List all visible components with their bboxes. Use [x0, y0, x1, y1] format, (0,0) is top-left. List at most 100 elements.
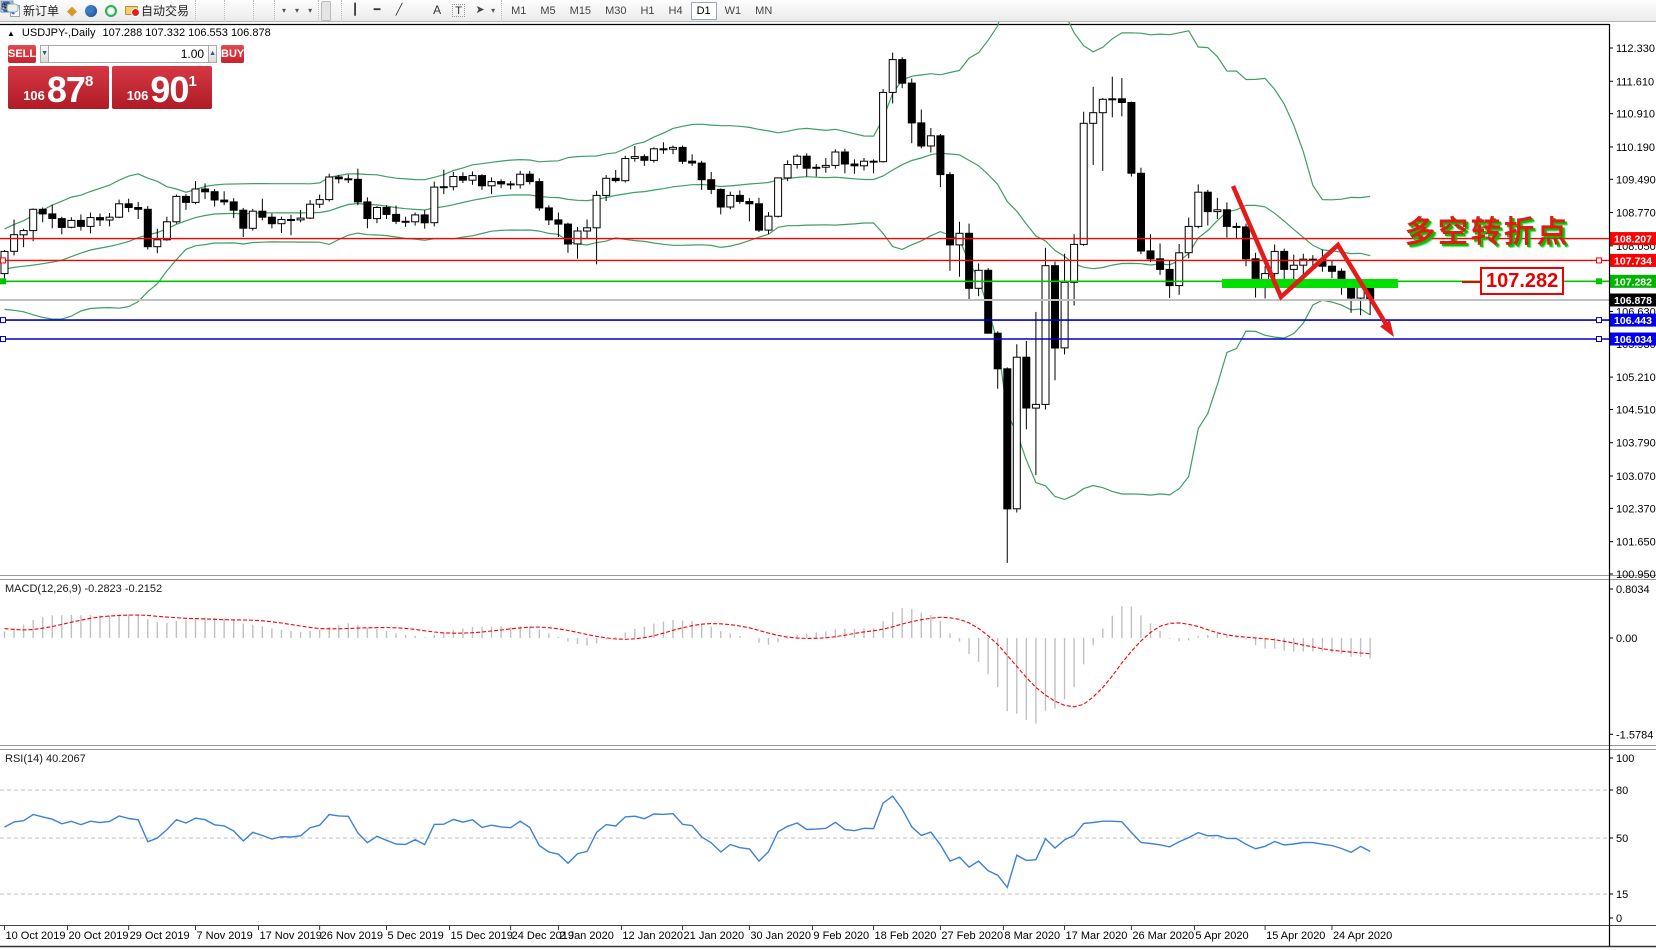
volume-decrease-button[interactable]: ▼: [40, 45, 49, 63]
signals-button[interactable]: [101, 1, 121, 21]
line-handle-right[interactable]: [1597, 279, 1602, 284]
timeframe-m15[interactable]: M15: [564, 2, 597, 20]
candle-body: [1004, 369, 1011, 509]
candle-body: [211, 192, 218, 200]
cursor-tool-button[interactable]: [321, 1, 331, 21]
volume-increase-button[interactable]: ▲: [208, 45, 217, 63]
text-label-tool[interactable]: T: [448, 1, 469, 21]
chart-shift-button[interactable]: [264, 1, 272, 21]
candle-body: [202, 189, 209, 192]
auto-trading-button[interactable]: 自动交易: [121, 1, 193, 21]
sell-button[interactable]: SELL: [8, 45, 36, 63]
timeframe-m1[interactable]: M1: [505, 2, 532, 20]
candle-body: [689, 161, 696, 163]
chat-icon[interactable]: [0, 0, 20, 14]
templates-button[interactable]: ▾: [303, 1, 316, 21]
auto-scroll-button[interactable]: [256, 1, 264, 21]
price-marker-label: 106.034: [1614, 334, 1652, 346]
vertical-line-tool[interactable]: ┃: [344, 1, 366, 21]
candle-body: [240, 210, 247, 228]
sell-price-pip: 8: [85, 73, 93, 90]
price-tag-107282[interactable]: 107.282: [1480, 267, 1564, 295]
candle-body: [775, 178, 782, 216]
timeframe-h4[interactable]: H4: [663, 2, 689, 20]
horizontal-line-tool[interactable]: ━: [366, 1, 388, 21]
candle-body: [545, 208, 552, 220]
bar-chart-button[interactable]: [198, 1, 206, 21]
timeframe-h1[interactable]: H1: [634, 2, 660, 20]
chart-canvas[interactable]: 112.330111.610110.910110.190109.490108.7…: [0, 0, 1656, 950]
line-handle-right[interactable]: [1597, 318, 1602, 323]
line-handle-right[interactable]: [1597, 258, 1602, 263]
candle-body: [106, 217, 113, 220]
text-tool[interactable]: A: [426, 1, 448, 21]
line-handle-left[interactable]: [1, 258, 6, 263]
candle-body: [20, 231, 27, 235]
timeframe-d1[interactable]: D1: [691, 2, 717, 20]
candle-body: [221, 200, 228, 202]
price-tick-label: 105.210: [1616, 372, 1656, 384]
candle-body: [880, 92, 887, 161]
date-label: 26 Nov 2019: [321, 930, 383, 942]
periods-button[interactable]: ▾: [290, 1, 303, 21]
candle-body: [326, 177, 333, 200]
sell-price-main: 87: [47, 73, 85, 106]
candle-body: [975, 270, 982, 288]
turning-point-annotation[interactable]: 多空转折点: [1405, 207, 1570, 251]
candle-body: [985, 270, 992, 333]
candle-body: [469, 176, 476, 181]
candle-body: [192, 189, 199, 202]
candle-body: [354, 179, 361, 202]
favorites-button[interactable]: ◆: [63, 1, 81, 21]
date-label: 17 Nov 2019: [260, 930, 322, 942]
candle-body: [1090, 113, 1097, 124]
line-handle-left[interactable]: [1, 337, 6, 342]
line-handle-left[interactable]: [1, 318, 6, 323]
channel-tool[interactable]: E: [410, 1, 418, 21]
candle-chart-button[interactable]: [206, 1, 214, 21]
indicators-button[interactable]: ▾: [277, 1, 290, 21]
crosshair-tool-button[interactable]: [331, 1, 339, 21]
buy-button[interactable]: BUY: [221, 45, 244, 63]
candle-body: [440, 187, 447, 188]
candle-body: [593, 195, 600, 227]
trendline-tool[interactable]: ╱: [388, 1, 410, 21]
candlestick-series[interactable]: [1, 53, 1374, 563]
date-label: 8 Mar 2020: [1004, 930, 1060, 942]
volume-input[interactable]: [49, 45, 208, 63]
rsi-line: [5, 796, 1371, 887]
fibonacci-tool[interactable]: F: [418, 1, 426, 21]
tile-windows-button[interactable]: [243, 1, 251, 21]
support-zone-bar[interactable]: [1222, 279, 1398, 288]
sell-price-button[interactable]: 106 87 8: [8, 66, 109, 109]
line-chart-button[interactable]: [214, 1, 222, 21]
price-tick-label: 109.490: [1616, 174, 1656, 186]
macd-values: -0.2823 -0.2152: [84, 583, 162, 595]
candle-body: [144, 209, 151, 246]
date-label: 17 Mar 2020: [1066, 930, 1128, 942]
candle-body: [1223, 210, 1230, 227]
timeframe-m5[interactable]: M5: [534, 2, 561, 20]
candle-body: [784, 165, 791, 178]
timeframe-w1[interactable]: W1: [719, 2, 748, 20]
timeframe-m30[interactable]: M30: [599, 2, 632, 20]
buy-price-button[interactable]: 106 90 1: [112, 66, 213, 109]
arrows-tool[interactable]: ➤▾: [469, 1, 499, 21]
buy-price-base: 106: [127, 86, 149, 106]
trend-arrow-head[interactable]: [1380, 320, 1394, 337]
collapse-panel-icon[interactable]: ▲: [7, 29, 15, 38]
text-tool-icon: A: [430, 4, 444, 17]
candle-body: [459, 177, 466, 181]
zoom-in-button[interactable]: [227, 1, 235, 21]
zoom-out-button[interactable]: [235, 1, 243, 21]
auto-trading-label: 自动交易: [141, 2, 189, 19]
timeframe-mn[interactable]: MN: [749, 2, 778, 20]
price-marker-label: 107.282: [1614, 276, 1652, 288]
candle-body: [584, 228, 591, 231]
candle-body: [364, 202, 371, 219]
line-handle-left[interactable]: [1, 279, 6, 284]
line-handle-right[interactable]: [1597, 337, 1602, 342]
candle-body: [421, 215, 428, 223]
date-label: 15 Dec 2019: [451, 930, 513, 942]
community-button[interactable]: [81, 1, 101, 21]
